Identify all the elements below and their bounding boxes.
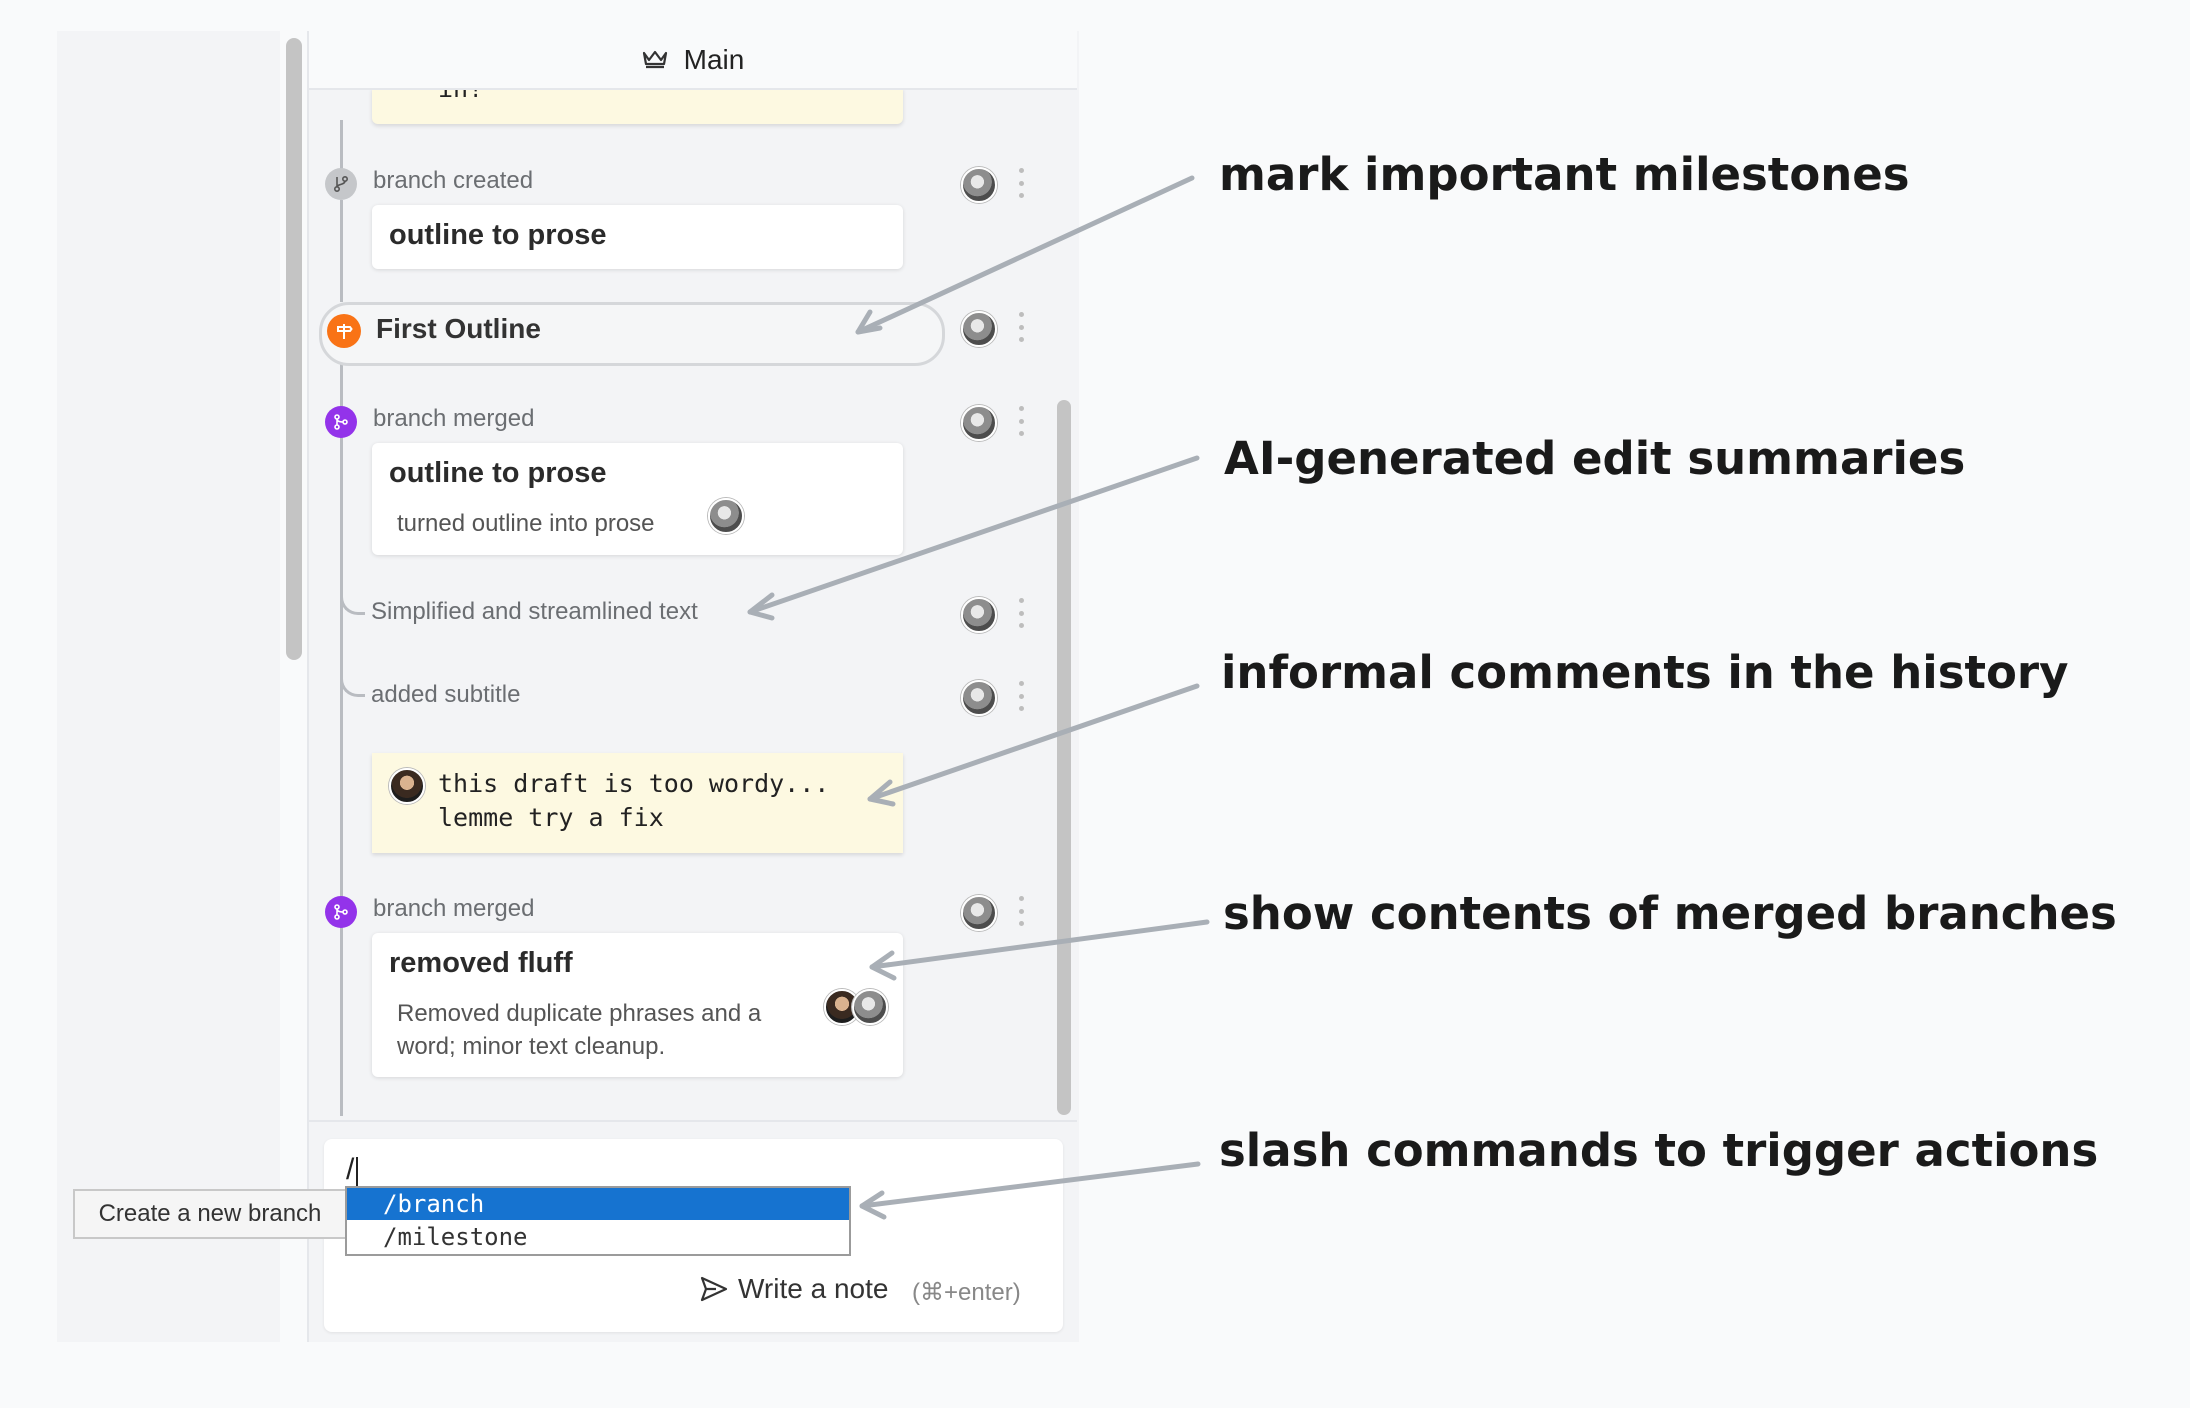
arrow bbox=[869, 919, 1210, 970]
arrow bbox=[859, 1161, 1201, 1209]
annotation-caption: mark important milestones bbox=[1219, 148, 1910, 201]
annotation-caption: informal comments in the history bbox=[1221, 646, 2069, 699]
annotation-arrows bbox=[747, 175, 1210, 1220]
annotation-caption: show contents of merged branches bbox=[1223, 887, 2117, 940]
annotation-caption: slash commands to trigger actions bbox=[1219, 1124, 2099, 1177]
arrow bbox=[867, 683, 1200, 802]
arrow bbox=[747, 455, 1200, 615]
arrow bbox=[855, 175, 1195, 335]
annotation-caption: AI-generated edit summaries bbox=[1224, 432, 1966, 485]
